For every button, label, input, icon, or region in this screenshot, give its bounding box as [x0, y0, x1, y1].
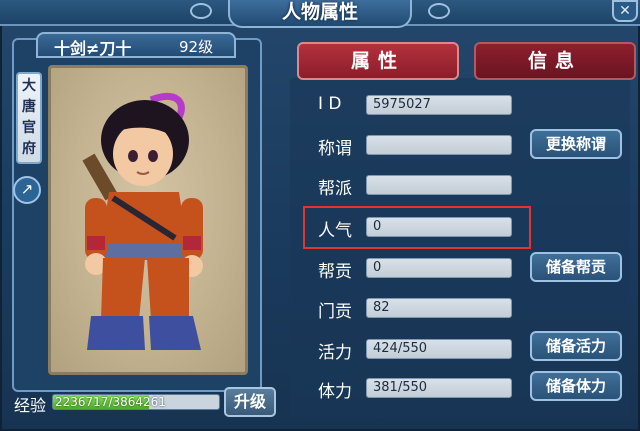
- field-value-id: 5975027: [366, 95, 512, 115]
- tab-attributes[interactable]: 属性: [297, 42, 459, 80]
- field-label-guild: 帮派: [318, 179, 352, 199]
- close-icon: ✕: [619, 3, 631, 19]
- window-title: 人物属性: [228, 0, 412, 28]
- experience-bar: 2236717/3864261: [52, 394, 220, 410]
- highlight-box: [303, 206, 531, 249]
- change-title-button[interactable]: 更换称谓: [530, 129, 622, 159]
- field-value-title: [366, 135, 512, 155]
- faction-badge: 大唐官府: [16, 72, 42, 164]
- store-stamina-button[interactable]: 储备体力: [530, 371, 622, 401]
- field-label-vitality: 活力: [318, 343, 352, 363]
- field-value-guild: [366, 175, 512, 195]
- character-level: 92级: [179, 38, 214, 56]
- field-value-stamina: 381/550: [366, 378, 512, 398]
- character-name: 十剑≠刀十: [54, 39, 132, 58]
- experience-label: 经验: [14, 396, 47, 415]
- upgrade-button[interactable]: 升级: [224, 387, 276, 417]
- store-vitality-button[interactable]: 储备活力: [530, 331, 622, 361]
- field-label-sect-contribution: 门贡: [318, 302, 352, 322]
- ornament-right-icon: [428, 3, 450, 19]
- share-button[interactable]: ↗: [13, 176, 41, 204]
- experience-value: 2236717/3864261: [55, 395, 166, 409]
- field-value-guild-contribution: 0: [366, 258, 512, 278]
- field-label-title: 称谓: [318, 139, 352, 159]
- ornament-left-icon: [190, 3, 212, 19]
- character-sprite: [82, 92, 203, 350]
- field-value-sect-contribution: 82: [366, 298, 512, 318]
- field-label-id: I D: [318, 94, 342, 114]
- tab-info[interactable]: 信息: [474, 42, 636, 80]
- field-value-vitality: 424/550: [366, 339, 512, 359]
- store-guild-contribution-button[interactable]: 储备帮贡: [530, 252, 622, 282]
- field-label-stamina: 体力: [318, 382, 352, 402]
- share-icon: ↗: [20, 180, 34, 198]
- character-portrait: [48, 65, 248, 375]
- field-label-guild-contribution: 帮贡: [318, 262, 352, 282]
- close-button[interactable]: ✕: [612, 0, 638, 22]
